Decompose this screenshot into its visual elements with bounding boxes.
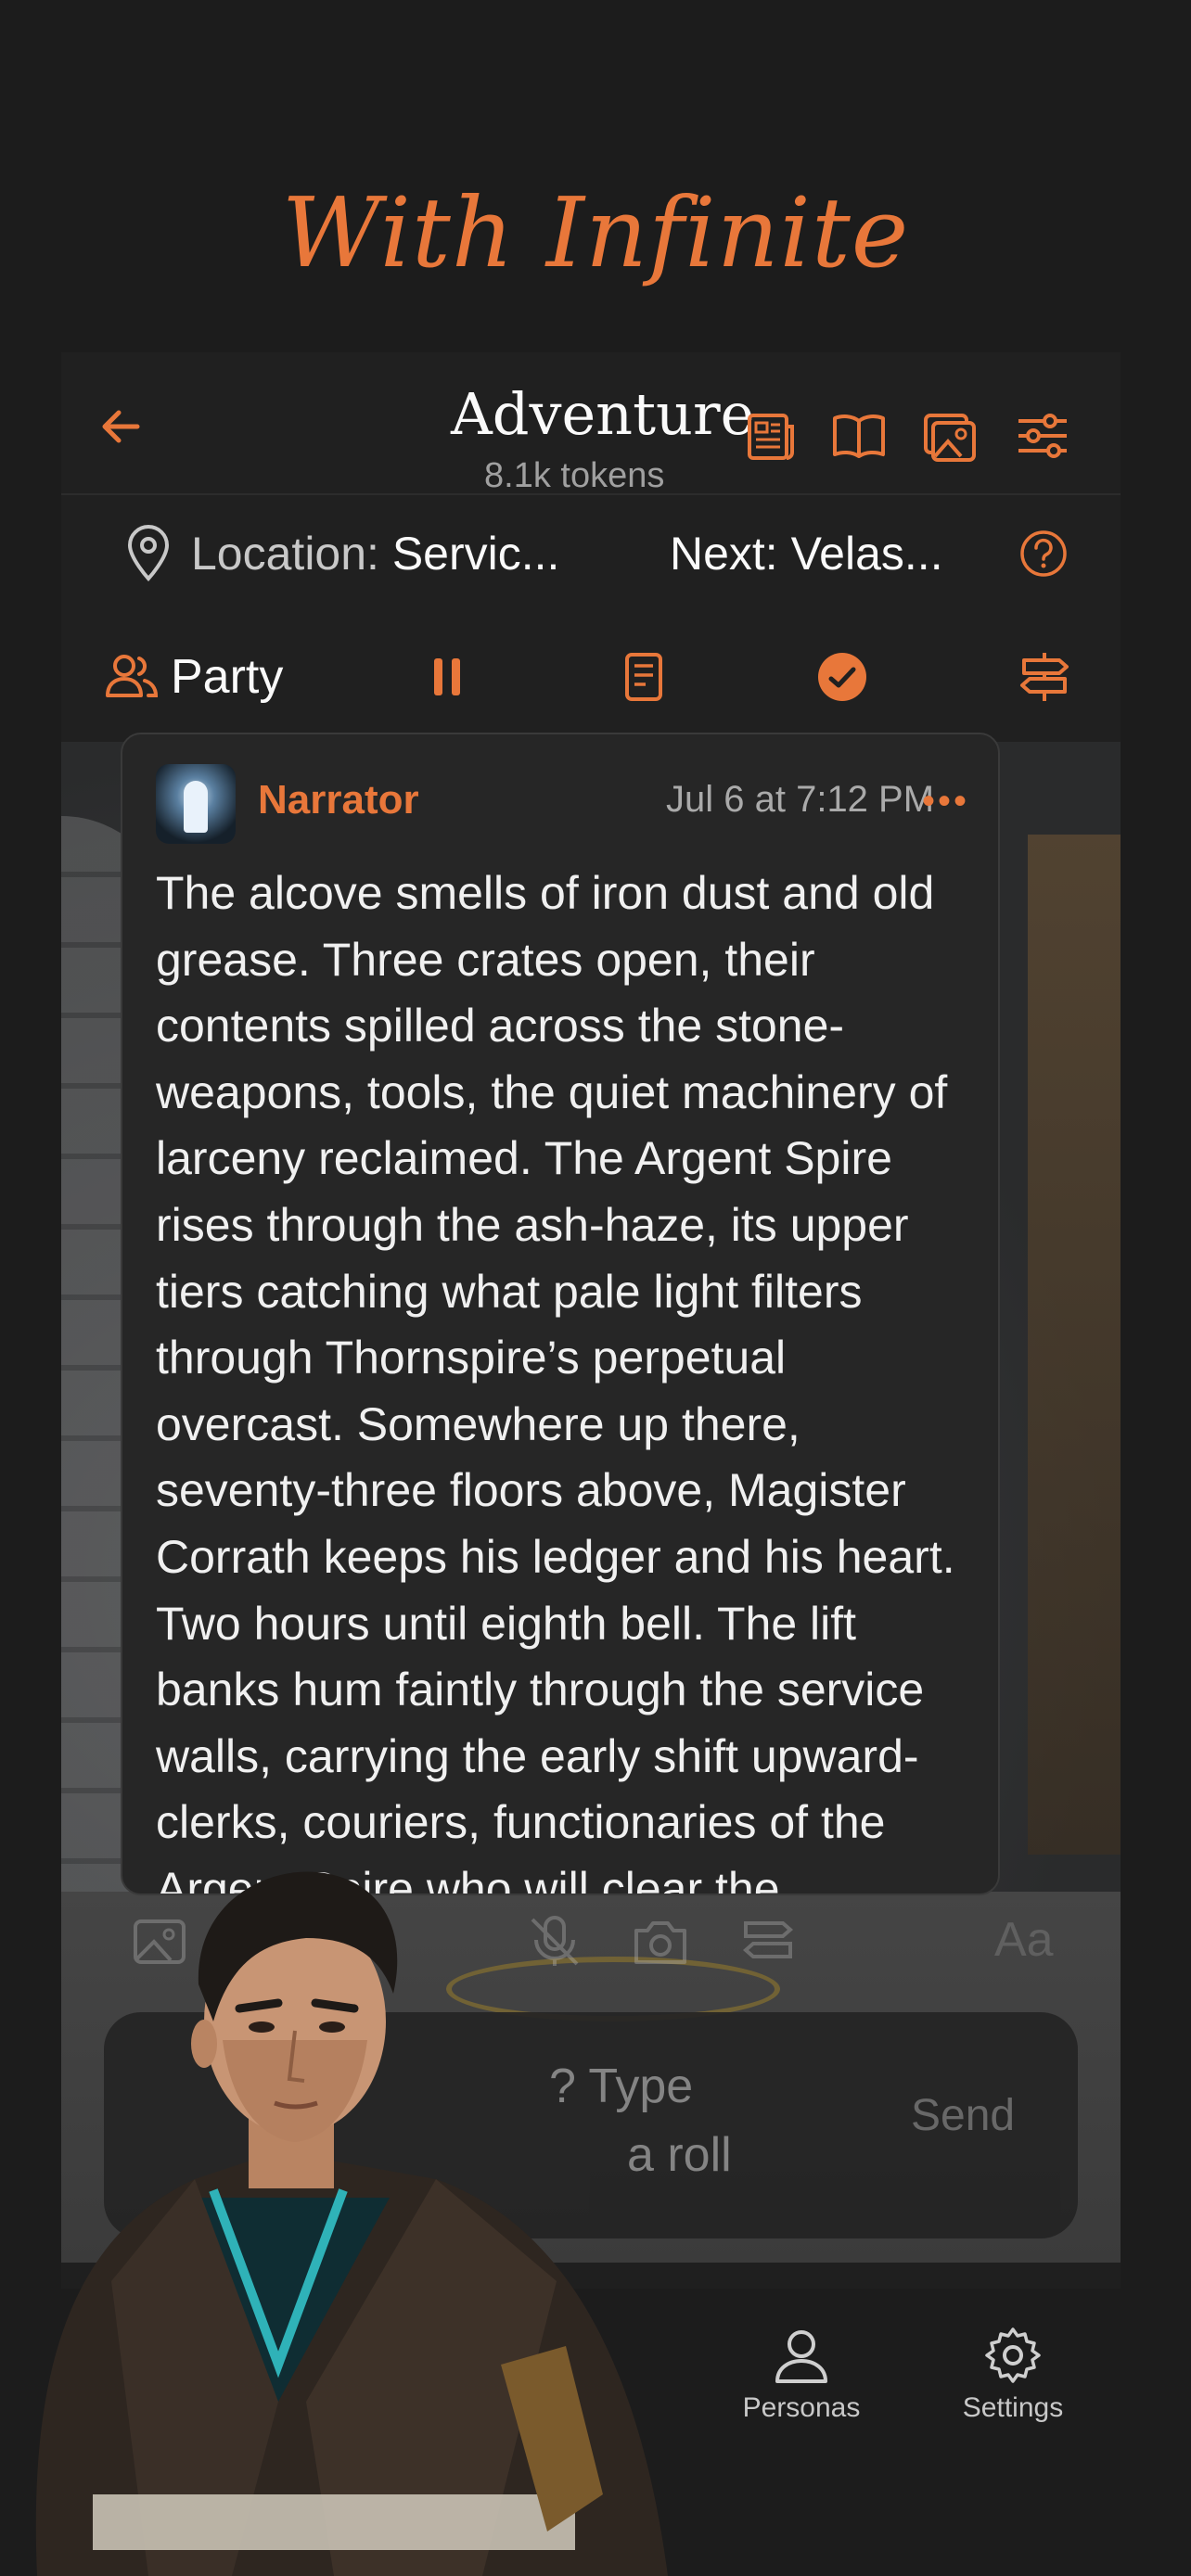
chat-title: Adventure <box>451 380 755 448</box>
nav-settings-label: Settings <box>962 2392 1064 2423</box>
check-circle-icon[interactable] <box>814 649 870 705</box>
party-icon[interactable] <box>104 653 160 699</box>
newspaper-icon[interactable] <box>740 406 800 465</box>
location-label: Location: <box>191 528 392 580</box>
message-author: Narrator <box>258 777 419 823</box>
text-format-button[interactable]: Aa <box>994 1912 1054 1968</box>
notes-icon[interactable] <box>616 649 672 705</box>
token-count: 8.1k tokens <box>484 456 665 495</box>
message-timestamp: Jul 6 at 7:12 PM <box>666 779 935 820</box>
gear-icon <box>985 2327 1041 2383</box>
book-icon[interactable] <box>829 406 889 465</box>
action-toolbar: Party <box>61 612 1121 742</box>
location-value: Servic... <box>391 528 560 580</box>
location-text[interactable]: Location: Servic... <box>191 527 559 580</box>
lantern-wall <box>1028 835 1121 1855</box>
help-icon[interactable] <box>1018 529 1069 579</box>
location-pin-icon <box>127 525 170 581</box>
signpost-icon[interactable] <box>1017 649 1072 705</box>
narrator-avatar[interactable] <box>156 764 236 844</box>
nav-personas-label: Personas <box>742 2392 861 2423</box>
back-arrow-icon[interactable] <box>93 399 148 454</box>
nav-settings[interactable]: Settings <box>929 2326 1096 2424</box>
image-gallery-icon[interactable] <box>920 406 980 465</box>
person-icon <box>775 2330 827 2383</box>
more-options-icon[interactable]: ••• <box>922 781 969 823</box>
send-button[interactable]: Send <box>911 2090 1015 2141</box>
party-label[interactable]: Party <box>171 649 283 705</box>
header-bar: Adventure 8.1k tokens <box>61 352 1121 495</box>
narrator-message-card[interactable]: Narrator Jul 6 at 7:12 PM ••• The alcove… <box>121 733 1000 1895</box>
sliders-icon[interactable] <box>1013 406 1072 465</box>
location-row[interactable]: Location: Servic... Next: Velas... <box>61 495 1121 612</box>
character-illustration <box>35 1871 668 2576</box>
pause-icon[interactable] <box>419 649 475 705</box>
route-icon[interactable] <box>738 1912 798 1971</box>
promo-title: With Infinite <box>281 176 910 289</box>
message-body: The alcove smells of iron dust and old g… <box>156 867 955 1895</box>
nav-personas[interactable]: Personas <box>718 2326 885 2424</box>
next-location[interactable]: Next: Velas... <box>670 527 943 580</box>
